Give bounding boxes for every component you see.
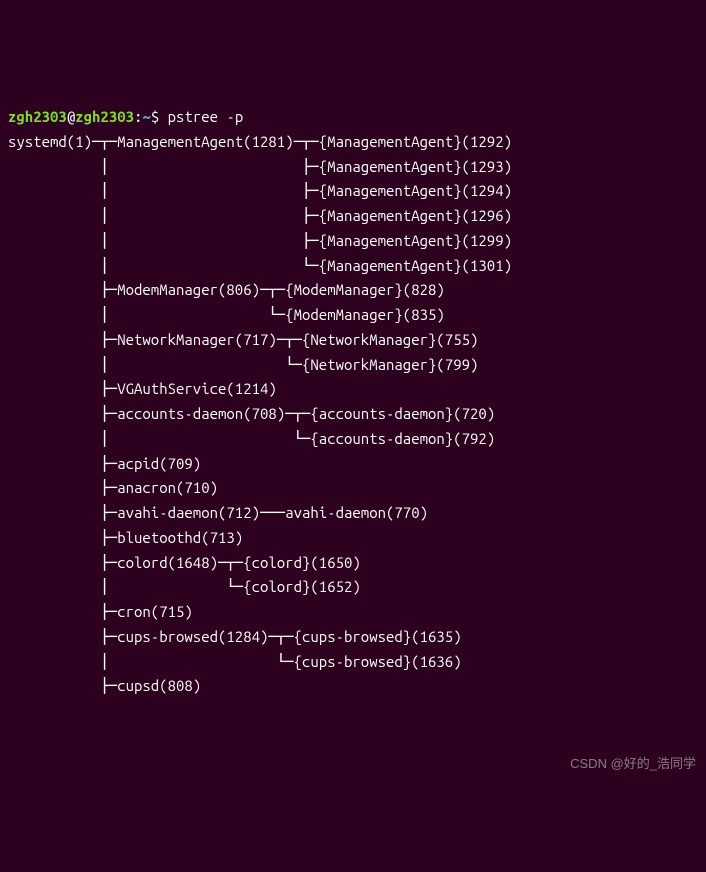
pstree-line: systemd(1)─┬─ManagementAgent(1281)─┬─{Ma… xyxy=(8,133,512,150)
prompt-user: zgh2303 xyxy=(8,108,67,125)
prompt-host: zgh2303 xyxy=(75,108,134,125)
watermark-text: CSDN @好的_浩同学 xyxy=(570,753,696,774)
pstree-line: ├─acpid(709) xyxy=(8,455,201,472)
pstree-line: │ └─{cups-browsed}(1636) xyxy=(8,653,462,670)
pstree-line: │ └─{NetworkManager}(799) xyxy=(8,356,478,373)
pstree-line: │ ├─{ManagementAgent}(1294) xyxy=(8,182,512,199)
pstree-line: │ └─{ModemManager}(835) xyxy=(8,306,445,323)
pstree-line: │ └─{ManagementAgent}(1301) xyxy=(8,257,512,274)
pstree-line: │ ├─{ManagementAgent}(1296) xyxy=(8,207,512,224)
pstree-line: ├─avahi-daemon(712)───avahi-daemon(770) xyxy=(8,504,428,521)
pstree-line: │ ├─{ManagementAgent}(1293) xyxy=(8,158,512,175)
pstree-line: ├─NetworkManager(717)─┬─{NetworkManager}… xyxy=(8,331,478,348)
pstree-line: ├─cron(715) xyxy=(8,603,193,620)
pstree-line: ├─ModemManager(806)─┬─{ModemManager}(828… xyxy=(8,281,445,298)
pstree-line: ├─cups-browsed(1284)─┬─{cups-browsed}(16… xyxy=(8,628,462,645)
pstree-line: ├─accounts-daemon(708)─┬─{accounts-daemo… xyxy=(8,405,495,422)
pstree-line: ├─bluetoothd(713) xyxy=(8,529,243,546)
prompt-at: @ xyxy=(67,108,75,125)
prompt-dollar: $ xyxy=(151,108,168,125)
pstree-line: ├─VGAuthService(1214) xyxy=(8,380,277,397)
pstree-line: │ └─{accounts-daemon}(792) xyxy=(8,430,495,447)
pstree-line: ├─cupsd(808) xyxy=(8,677,201,694)
command-text: pstree -p xyxy=(168,108,244,125)
pstree-line: ├─colord(1648)─┬─{colord}(1650) xyxy=(8,554,361,571)
pstree-line: ├─anacron(710) xyxy=(8,479,218,496)
pstree-line: │ └─{colord}(1652) xyxy=(8,578,361,595)
terminal-output: zgh2303@zgh2303:~$ pstree -p systemd(1)─… xyxy=(8,105,698,699)
pstree-line: │ ├─{ManagementAgent}(1299) xyxy=(8,232,512,249)
prompt-path: ~ xyxy=(142,108,150,125)
